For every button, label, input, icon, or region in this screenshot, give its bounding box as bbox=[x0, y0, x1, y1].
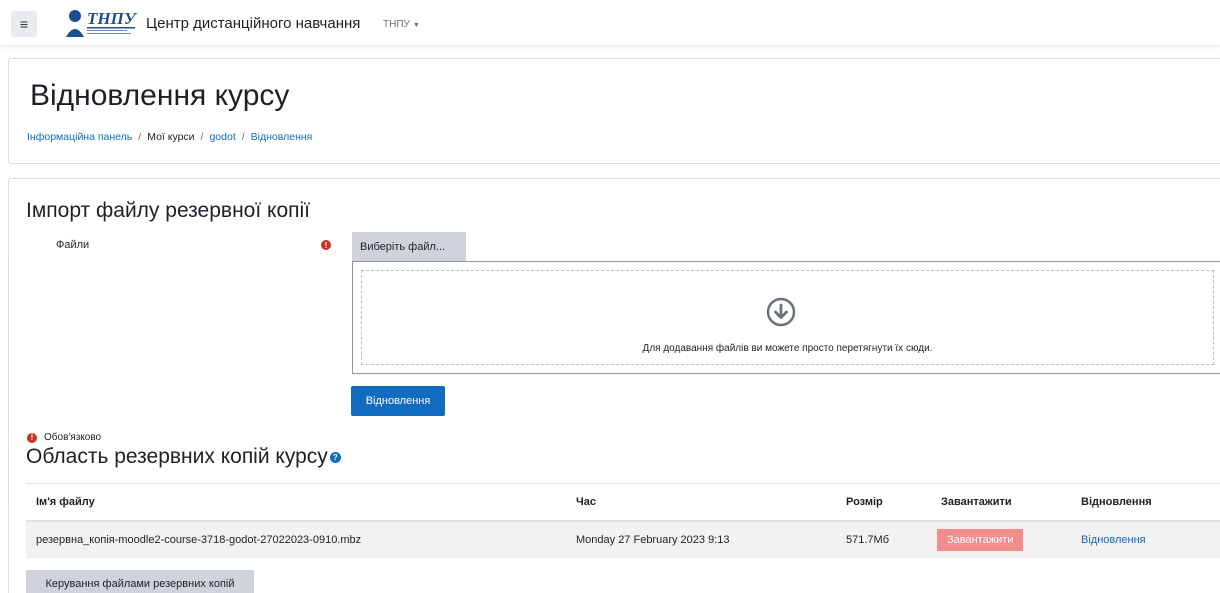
language-menu[interactable]: ТНПУ ▼ bbox=[383, 19, 420, 30]
required-note-text: Обов'язково bbox=[44, 432, 102, 443]
caret-down-icon: ▼ bbox=[412, 22, 420, 29]
menu-toggle-button[interactable]: ≡ bbox=[11, 11, 37, 37]
backup-time: Monday 27 February 2023 9:13 bbox=[566, 520, 836, 558]
hamburger-icon: ≡ bbox=[19, 16, 29, 32]
restore-link[interactable]: Відновлення bbox=[1081, 534, 1146, 546]
download-arrow-icon bbox=[766, 297, 796, 327]
choose-file-button[interactable]: Виберіть файл... bbox=[352, 232, 466, 262]
breadcrumb-separator: / bbox=[241, 131, 245, 143]
breadcrumb-course[interactable]: godot bbox=[209, 131, 235, 143]
file-dropzone[interactable]: Для додавання файлів ви можете просто пе… bbox=[352, 261, 1220, 374]
breadcrumb-separator: / bbox=[200, 131, 204, 143]
table-row: резервна_копія-moodle2-course-3718-godot… bbox=[26, 520, 1220, 558]
required-icon: ! bbox=[27, 432, 37, 443]
main-content: Імпорт файлу резервної копії Файли ! Виб… bbox=[8, 178, 1220, 593]
column-time: Час bbox=[566, 483, 836, 522]
required-icon: ! bbox=[321, 240, 331, 250]
files-label: Файли bbox=[56, 239, 90, 251]
navbar: ≡ ТНПУ Центр дистанційного навчання ТНПУ… bbox=[0, 0, 1220, 45]
page-header: Відновлення курсу Інформаційна панель / … bbox=[8, 58, 1220, 164]
breadcrumb-separator: / bbox=[138, 131, 142, 143]
restore-submit-button[interactable]: Відновлення bbox=[351, 386, 445, 416]
manage-backup-files-button[interactable]: Керування файлами резервних копій bbox=[26, 570, 254, 593]
breadcrumb-restore[interactable]: Відновлення bbox=[251, 131, 313, 143]
language-label: ТНПУ bbox=[383, 19, 410, 30]
site-name[interactable]: Центр дистанційного навчання bbox=[146, 15, 360, 32]
import-section-title: Імпорт файлу резервної копії bbox=[26, 199, 310, 222]
backup-filename: резервна_копія-moodle2-course-3718-godot… bbox=[26, 520, 566, 558]
backup-size: 571.7Мб bbox=[836, 520, 931, 558]
backup-area-title: Область резервних копій курсу? bbox=[26, 445, 341, 469]
column-restore: Відновлення bbox=[1071, 483, 1220, 522]
site-logo[interactable]: ТНПУ bbox=[64, 7, 142, 37]
svg-text:ТНПУ: ТНПУ bbox=[87, 9, 138, 28]
backup-files-table: Ім'я файлу Час Розмір Завантажити Віднов… bbox=[26, 483, 1220, 558]
backup-area-title-text: Область резервних копій курсу bbox=[26, 445, 328, 468]
column-filename: Ім'я файлу bbox=[26, 483, 566, 522]
breadcrumb-dashboard[interactable]: Інформаційна панель bbox=[27, 131, 132, 143]
table-header-row: Ім'я файлу Час Розмір Завантажити Віднов… bbox=[26, 483, 1220, 522]
breadcrumb: Інформаційна панель / Мої курси / godot … bbox=[27, 131, 312, 143]
column-download: Завантажити bbox=[931, 483, 1071, 522]
dropzone-text: Для додавання файлів ви можете просто пе… bbox=[642, 343, 933, 354]
page-title: Відновлення курсу bbox=[30, 79, 290, 112]
help-icon[interactable]: ? bbox=[329, 452, 341, 463]
required-note: ! Обов'язково bbox=[27, 432, 101, 443]
download-button[interactable]: Завантажити bbox=[937, 528, 1024, 551]
breadcrumb-my-courses: Мої курси bbox=[147, 131, 195, 143]
column-size: Розмір bbox=[836, 483, 931, 522]
